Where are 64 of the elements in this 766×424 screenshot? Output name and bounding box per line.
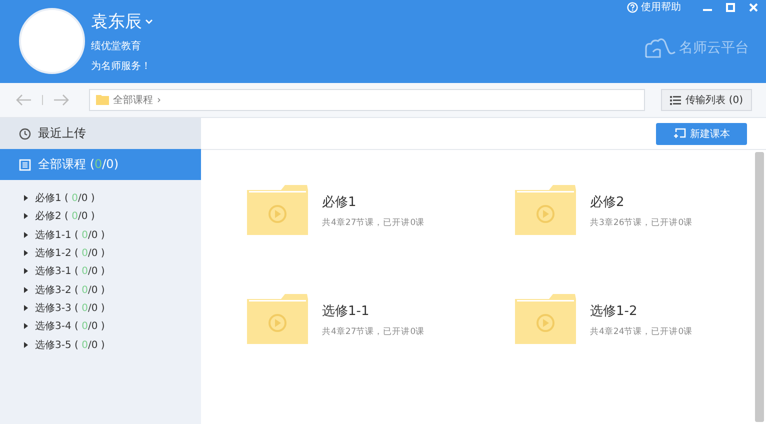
scrollbar-thumb[interactable] bbox=[754, 152, 764, 422]
folder-icon bbox=[515, 185, 576, 236]
caret-right-icon[interactable] bbox=[24, 250, 29, 256]
all-courses-label: 全部课程 (0/0) bbox=[38, 156, 118, 173]
caret-right-icon[interactable] bbox=[24, 342, 29, 348]
course-tree-label: 必修1 ( 0/0 ) bbox=[35, 192, 95, 206]
document-icon bbox=[19, 158, 31, 170]
list-icon bbox=[670, 96, 681, 104]
caret-right-icon[interactable] bbox=[24, 232, 29, 238]
course-tree-item[interactable]: 选修1-2 ( 0/0 ) bbox=[24, 244, 201, 262]
course-card[interactable]: 必修2 共3章26节课，已开讲0课 bbox=[515, 185, 752, 236]
caret-right-icon[interactable] bbox=[24, 268, 29, 274]
recent-uploads-label: 最近上传 bbox=[38, 125, 86, 142]
chevron-down-icon[interactable] bbox=[145, 18, 153, 24]
course-card[interactable]: 选修1-2 共4章24节课，已开讲0课 bbox=[515, 294, 752, 345]
path-bar[interactable]: 全部课程 › bbox=[89, 89, 645, 111]
caret-right-icon[interactable] bbox=[24, 323, 29, 330]
course-tree-item[interactable]: 选修1-1 ( 0/0 ) bbox=[24, 226, 201, 244]
slogan: 为名师服务！ bbox=[91, 60, 152, 73]
brand-name: 名师云平台 bbox=[679, 39, 749, 57]
course-tree-label: 选修3-1 ( 0/0 ) bbox=[35, 264, 105, 278]
course-tree-label: 选修3-3 ( 0/0 ) bbox=[35, 302, 105, 315]
course-title: 必修2 bbox=[590, 194, 626, 210]
course-title: 选修1-2 bbox=[590, 302, 638, 320]
course-summary: 共4章27节课，已开讲0课 bbox=[322, 326, 425, 338]
folder-icon bbox=[247, 294, 308, 345]
course-tree-item[interactable]: 必修1 ( 0/0 ) bbox=[24, 189, 201, 208]
add-screen-icon bbox=[673, 128, 686, 139]
caret-right-icon[interactable] bbox=[24, 304, 29, 311]
folder-icon bbox=[247, 185, 308, 236]
course-summary: 共4章24节课，已开讲0课 bbox=[590, 326, 693, 338]
path-separator: › bbox=[157, 94, 161, 106]
course-tree-label: 选修3-2 ( 0/0 ) bbox=[35, 284, 105, 297]
course-tree-label: 选修3-4 ( 0/0 ) bbox=[35, 320, 105, 334]
course-card[interactable]: 选修1-1 共4章27节课，已开讲0课 bbox=[247, 294, 515, 345]
help-icon bbox=[627, 2, 638, 12]
course-tree-item[interactable]: 选修3-1 ( 0/0 ) bbox=[24, 262, 201, 280]
course-tree-label: 选修1-2 ( 0/0 ) bbox=[35, 246, 105, 260]
course-title: 选修1-1 bbox=[322, 302, 370, 320]
caret-right-icon[interactable] bbox=[24, 286, 29, 293]
course-title: 必修1 bbox=[322, 194, 358, 210]
course-tree-item[interactable]: 选修3-5 ( 0/0 ) bbox=[24, 335, 201, 354]
course-tree-item[interactable]: 选修3-3 ( 0/0 ) bbox=[24, 298, 201, 318]
course-tree-label: 选修3-5 ( 0/0 ) bbox=[35, 338, 105, 352]
course-summary: 共4章27节课，已开讲0课 bbox=[322, 216, 425, 228]
folder-icon bbox=[96, 95, 109, 105]
close-button[interactable] bbox=[749, 2, 758, 12]
clock-icon bbox=[19, 128, 31, 140]
course-card[interactable]: 必修1 共4章27节课，已开讲0课 bbox=[247, 185, 515, 236]
transfer-list-button[interactable]: 传输列表 (0) bbox=[660, 89, 752, 111]
maximize-button[interactable] bbox=[726, 2, 735, 12]
caret-right-icon[interactable] bbox=[24, 213, 29, 220]
course-tree-label: 选修1-1 ( 0/0 ) bbox=[35, 228, 105, 242]
course-tree-item[interactable]: 选修3-2 ( 0/0 ) bbox=[24, 280, 201, 299]
course-tree-item[interactable]: 选修3-4 ( 0/0 ) bbox=[24, 317, 201, 336]
caret-right-icon[interactable] bbox=[24, 195, 29, 202]
organization-name: 绩优堂教育 bbox=[91, 40, 142, 53]
path-segment[interactable]: 全部课程 bbox=[113, 93, 153, 107]
cloud-logo-icon bbox=[644, 38, 676, 58]
recent-uploads-item[interactable]: 最近上传 bbox=[0, 118, 201, 149]
folder-icon bbox=[515, 294, 576, 345]
course-tree-item[interactable]: 必修2 ( 0/0 ) bbox=[24, 207, 201, 226]
course-summary: 共3章26节课，已开讲0课 bbox=[590, 216, 693, 228]
course-tree-label: 必修2 ( 0/0 ) bbox=[35, 210, 95, 224]
